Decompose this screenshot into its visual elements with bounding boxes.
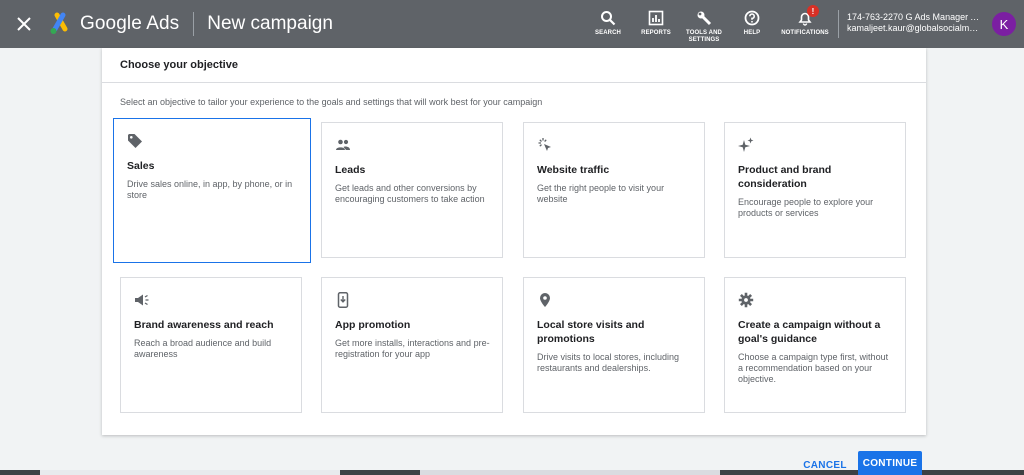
brand-name: Google Ads [80,13,180,34]
help-icon [744,10,760,26]
panel-header: Choose your objective [102,48,926,83]
tools-settings-button[interactable]: TOOLS AND SETTINGS [680,0,728,48]
location-pin-icon [540,293,550,307]
card-title: App promotion [335,319,411,331]
search-label: SEARCH [595,30,621,36]
card-title: Leads [335,164,366,176]
card-description: Encourage people to explore your product… [738,197,874,218]
help-label: HELP [743,30,761,36]
people-icon [336,139,350,150]
phone-download-icon [337,292,349,308]
card-description: Reach a broad audience and build awarene… [134,338,272,359]
reports-button[interactable]: REPORTS [632,0,680,48]
cancel-button[interactable]: CANCEL [797,455,853,475]
continue-button[interactable]: CONTINUE [858,451,922,475]
card-description: Get the right people to visit your websi… [537,183,665,204]
card-description: Drive visits to local stores, including … [537,352,680,373]
avatar[interactable]: K [992,12,1016,36]
search-button[interactable]: SEARCH [584,0,632,48]
card-description: Drive sales online, in app, by phone, or… [127,179,293,200]
sparkle-icon [738,137,754,152]
objective-card-app-promotion[interactable]: App promotion Get more installs, interac… [321,277,503,413]
card-title: Create a campaign without a goal's guida… [738,319,881,345]
close-icon [17,17,31,31]
account-id: 174-763-2270 G Ads Manager A... [847,12,981,22]
megaphone-icon [135,294,149,306]
cursor-click-icon [538,138,551,151]
tag-icon [128,134,142,148]
account-divider [838,10,839,38]
notifications-label: NOTIFICATIONS [781,30,829,36]
card-title: Website traffic [537,164,610,176]
reports-label: REPORTS [641,30,671,36]
search-icon [601,11,616,26]
notification-badge: ! [807,5,819,17]
reports-icon [648,10,664,26]
panel-subtitle: Select an objective to tailor your exper… [120,97,543,107]
objective-card-leads[interactable]: Leads Get leads and other conversions by… [321,122,503,258]
page-title: New campaign [207,13,333,34]
gear-icon [738,292,754,308]
help-button[interactable]: HELP [728,0,776,48]
card-title: Local store visits and promotions [537,319,645,345]
tools-settings-label: TOOLS AND SETTINGS [686,30,722,43]
account-email: kamaljeet.kaur@globalsocialme... [847,23,981,33]
card-description: Get more installs, interactions and pre-… [335,338,490,359]
card-title: Sales [127,160,155,172]
card-description: Get leads and other conversions by encou… [335,183,485,204]
objective-card-no-goal-guidance[interactable]: Create a campaign without a goal's guida… [724,277,906,413]
notifications-button[interactable]: ! NOTIFICATIONS [776,0,834,48]
objective-card-brand-awareness[interactable]: Brand awareness and reach Reach a broad … [120,277,302,413]
card-title: Brand awareness and reach [134,319,274,331]
card-title: Product and brand consideration [738,164,832,190]
objective-card-website-traffic[interactable]: Website traffic Get the right people to … [523,122,705,258]
close-button[interactable] [0,0,48,48]
objective-card-local-store-visits[interactable]: Local store visits and promotions Drive … [523,277,705,413]
top-app-bar: Google Ads New campaign SEARCH REPORTS T… [0,0,1024,48]
objective-card-product-brand-consideration[interactable]: Product and brand consideration Encourag… [724,122,906,258]
toolbar: SEARCH REPORTS TOOLS AND SETTINGS HELP !… [584,0,834,48]
card-description: Choose a campaign type first, without a … [738,352,889,384]
objective-panel: Choose your objective Select an objectiv… [102,48,926,435]
account-info[interactable]: 174-763-2270 G Ads Manager A... kamaljee… [847,12,981,34]
wrench-icon [697,11,712,26]
google-ads-logo-icon [50,12,68,34]
title-divider [193,12,195,36]
objective-card-sales[interactable]: Sales Drive sales online, in app, by pho… [113,118,311,263]
